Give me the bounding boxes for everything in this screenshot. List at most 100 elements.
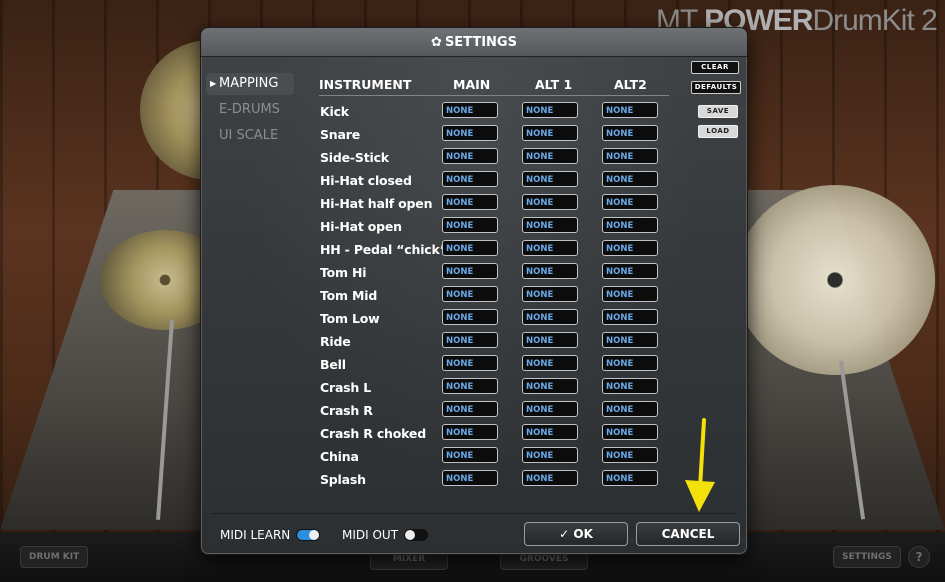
table-row: China NONE NONE NONE xyxy=(319,445,669,468)
main-mapping-field[interactable]: NONE xyxy=(442,148,498,164)
alt1-mapping-field[interactable]: NONE xyxy=(522,332,578,348)
settings-dialog: ✿ SETTINGS ▶ MAPPING E-DRUMS UI SCALE IN… xyxy=(200,27,748,555)
settings-nav: ▶ MAPPING E-DRUMS UI SCALE xyxy=(206,73,294,151)
load-button[interactable]: LOAD xyxy=(698,125,738,138)
alt2-mapping-field[interactable]: NONE xyxy=(602,378,658,394)
alt1-mapping-field[interactable]: NONE xyxy=(522,263,578,279)
toggle-knob xyxy=(309,530,320,540)
alt1-mapping-field[interactable]: NONE xyxy=(522,286,578,302)
main-mapping-field[interactable]: NONE xyxy=(442,171,498,187)
main-mapping-field[interactable]: NONE xyxy=(442,240,498,256)
table-row: Tom Mid NONE NONE NONE xyxy=(319,284,669,307)
instrument-name: Side-Stick xyxy=(320,150,389,165)
instrument-name: Hi-Hat closed xyxy=(320,173,412,188)
main-mapping-field[interactable]: NONE xyxy=(442,447,498,463)
instrument-name: Snare xyxy=(320,127,360,142)
instrument-name: Splash xyxy=(320,472,366,487)
nav-item-e-drums[interactable]: E-DRUMS xyxy=(206,99,294,121)
alt2-mapping-field[interactable]: NONE xyxy=(602,355,658,371)
alt1-mapping-field[interactable]: NONE xyxy=(522,447,578,463)
table-row: Side-Stick NONE NONE NONE xyxy=(319,146,669,169)
nav-item-mapping[interactable]: ▶ MAPPING xyxy=(206,73,294,95)
column-header-alt2: ALT2 xyxy=(614,77,647,92)
alt1-mapping-field[interactable]: NONE xyxy=(522,309,578,325)
table-row: Bell NONE NONE NONE xyxy=(319,353,669,376)
alt2-mapping-field[interactable]: NONE xyxy=(602,217,658,233)
alt2-mapping-field[interactable]: NONE xyxy=(602,309,658,325)
main-mapping-field[interactable]: NONE xyxy=(442,286,498,302)
defaults-button[interactable]: DEFAULTS xyxy=(691,81,741,94)
instrument-name: HH - Pedal “chick” xyxy=(320,242,448,257)
main-mapping-field[interactable]: NONE xyxy=(442,470,498,486)
main-mapping-field[interactable]: NONE xyxy=(442,355,498,371)
midi-out-control: MIDI OUT xyxy=(342,528,429,542)
alt2-mapping-field[interactable]: NONE xyxy=(602,470,658,486)
alt1-mapping-field[interactable]: NONE xyxy=(522,148,578,164)
drum-kit-button[interactable]: DRUM KIT xyxy=(20,546,89,568)
alt1-mapping-field[interactable]: NONE xyxy=(522,240,578,256)
midi-out-toggle[interactable] xyxy=(404,529,429,541)
table-row: Hi-Hat half open NONE NONE NONE xyxy=(319,192,669,215)
instrument-name: Crash R choked xyxy=(320,426,426,441)
alt2-mapping-field[interactable]: NONE xyxy=(602,424,658,440)
alt1-mapping-field[interactable]: NONE xyxy=(522,470,578,486)
main-mapping-field[interactable]: NONE xyxy=(442,309,498,325)
alt2-mapping-field[interactable]: NONE xyxy=(602,286,658,302)
dialog-title: SETTINGS xyxy=(444,34,517,50)
alt1-mapping-field[interactable]: NONE xyxy=(522,378,578,394)
main-mapping-field[interactable]: NONE xyxy=(442,125,498,141)
alt1-mapping-field[interactable]: NONE xyxy=(522,102,578,118)
arrow-down-icon xyxy=(685,418,715,512)
table-row: Crash R choked NONE NONE NONE xyxy=(319,422,669,445)
alt1-mapping-field[interactable]: NONE xyxy=(522,401,578,417)
main-mapping-field[interactable]: NONE xyxy=(442,217,498,233)
main-mapping-field[interactable]: NONE xyxy=(442,263,498,279)
main-mapping-field[interactable]: NONE xyxy=(442,401,498,417)
cancel-button[interactable]: CANCEL xyxy=(636,522,740,546)
alt2-mapping-field[interactable]: NONE xyxy=(602,447,658,463)
alt2-mapping-field[interactable]: NONE xyxy=(602,148,658,164)
alt2-mapping-field[interactable]: NONE xyxy=(602,102,658,118)
alt1-mapping-field[interactable]: NONE xyxy=(522,424,578,440)
main-mapping-field[interactable]: NONE xyxy=(442,194,498,210)
china-cymbal-image xyxy=(735,185,935,375)
alt2-mapping-field[interactable]: NONE xyxy=(602,125,658,141)
nav-item-ui-scale[interactable]: UI SCALE xyxy=(206,125,294,147)
alt2-mapping-field[interactable]: NONE xyxy=(602,194,658,210)
alt1-mapping-field[interactable]: NONE xyxy=(522,194,578,210)
toggle-knob xyxy=(405,530,416,540)
alt2-mapping-field[interactable]: NONE xyxy=(602,332,658,348)
table-row: Ride NONE NONE NONE xyxy=(319,330,669,353)
caret-right-icon: ▶ xyxy=(210,79,217,88)
alt1-mapping-field[interactable]: NONE xyxy=(522,217,578,233)
midi-learn-toggle[interactable] xyxy=(296,529,321,541)
alt2-mapping-field[interactable]: NONE xyxy=(602,240,658,256)
alt1-mapping-field[interactable]: NONE xyxy=(522,125,578,141)
table-row: Snare NONE NONE NONE xyxy=(319,123,669,146)
alt2-mapping-field[interactable]: NONE xyxy=(602,171,658,187)
main-mapping-field[interactable]: NONE xyxy=(442,102,498,118)
alt2-mapping-field[interactable]: NONE xyxy=(602,401,658,417)
midi-learn-label: MIDI LEARN xyxy=(220,528,291,542)
instrument-name: Crash R xyxy=(320,403,373,418)
midi-learn-control: MIDI LEARN xyxy=(220,528,321,542)
table-header: INSTRUMENT MAIN ALT 1 ALT2 xyxy=(319,76,669,96)
table-row: Tom Hi NONE NONE NONE xyxy=(319,261,669,284)
alt1-mapping-field[interactable]: NONE xyxy=(522,171,578,187)
instrument-name: China xyxy=(320,449,359,464)
alt2-mapping-field[interactable]: NONE xyxy=(602,263,658,279)
main-mapping-field[interactable]: NONE xyxy=(442,378,498,394)
table-body: Kick NONE NONE NONE Snare NONE NONE NONE Side-St… xyxy=(319,96,669,491)
mapping-table: INSTRUMENT MAIN ALT 1 ALT2 Kick NONE NONE N… xyxy=(319,76,669,491)
ok-button[interactable]: ✓ OK xyxy=(524,522,628,546)
clear-button[interactable]: CLEAR xyxy=(691,61,739,74)
alt1-mapping-field[interactable]: NONE xyxy=(522,355,578,371)
help-button[interactable]: ? xyxy=(908,546,930,568)
settings-button[interactable]: SETTINGS xyxy=(833,546,901,568)
main-mapping-field[interactable]: NONE xyxy=(442,424,498,440)
main-mapping-field[interactable]: NONE xyxy=(442,332,498,348)
column-header-instrument: INSTRUMENT xyxy=(319,77,412,92)
save-button[interactable]: SAVE xyxy=(698,105,738,118)
midi-out-label: MIDI OUT xyxy=(342,528,399,542)
gear-icon: ✿ xyxy=(431,34,442,50)
